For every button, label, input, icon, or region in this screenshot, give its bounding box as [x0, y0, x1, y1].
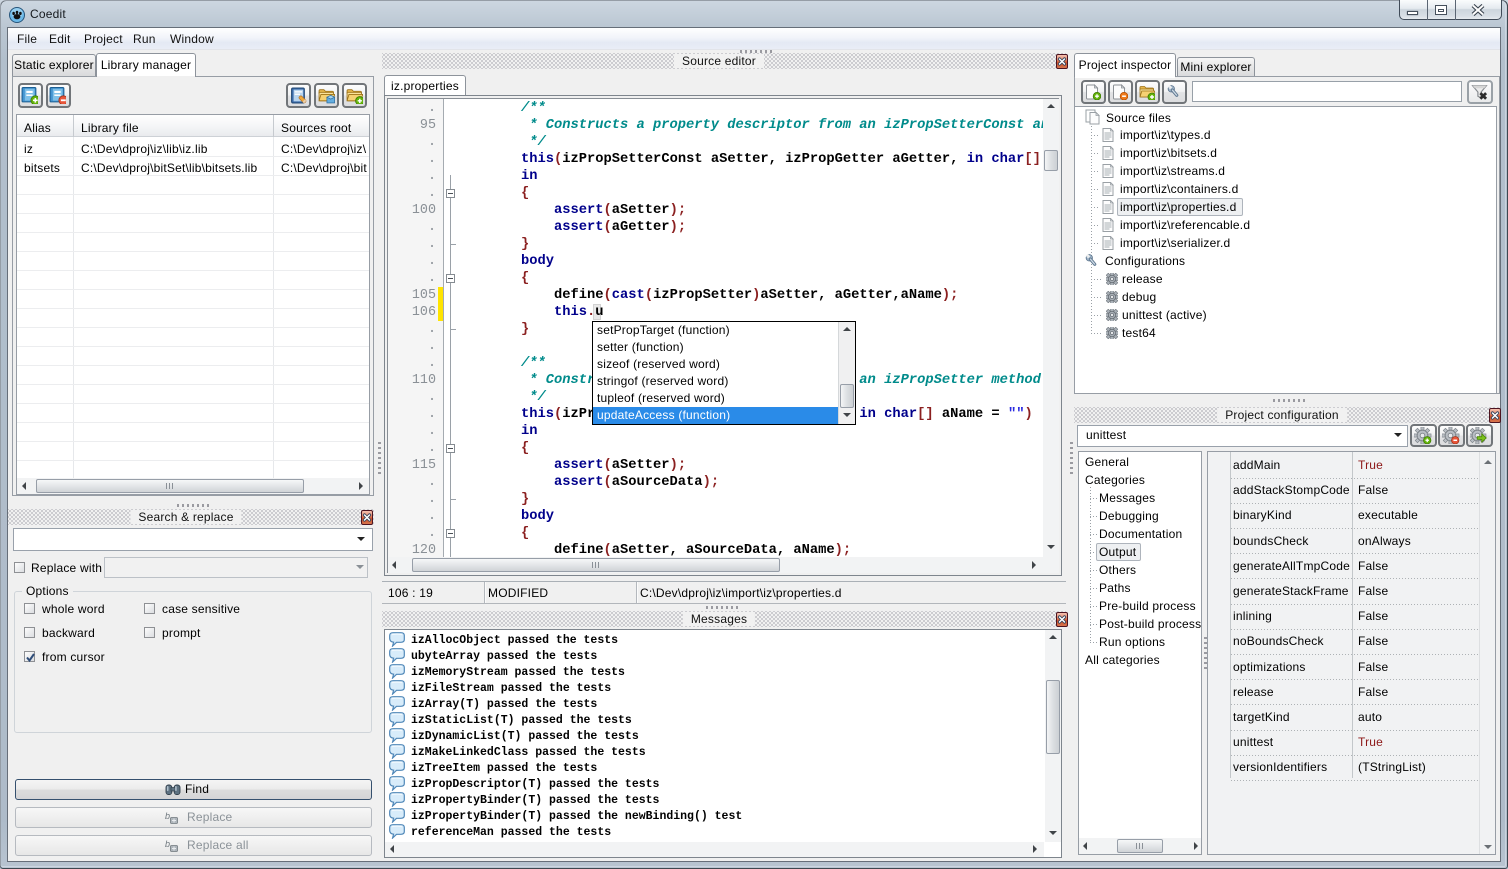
svg-text:b: b	[165, 811, 170, 821]
svg-text:b: b	[165, 839, 170, 849]
